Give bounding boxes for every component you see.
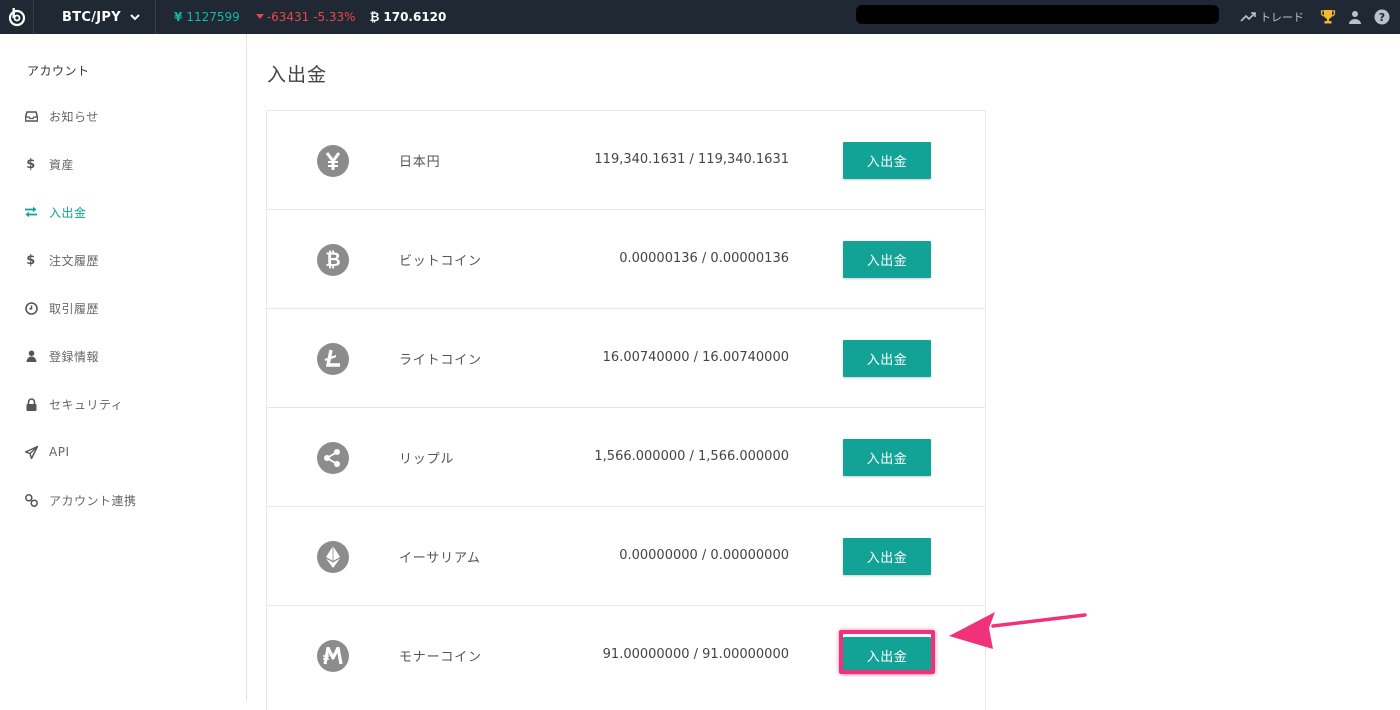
transfer-icon: [24, 205, 38, 219]
sidebar-item-label: 入出金: [49, 205, 87, 220]
annotation-arrow-icon: [949, 612, 1087, 649]
lock-icon: [24, 397, 38, 411]
inbox-icon: [24, 109, 38, 123]
currency-name: 日本円: [399, 155, 441, 170]
sidebar: アカウント お知らせ $ 資産 入出金 $ 注文履歴 取引履歴 登録情報 セキュ…: [0, 34, 247, 701]
balance-row-ltc: ライトコイン 16.00740000 / 16.00740000 入出金: [267, 309, 985, 408]
user-icon: [24, 349, 38, 363]
user-icon[interactable]: [1348, 10, 1362, 24]
sidebar-item-security[interactable]: セキュリティ: [24, 394, 123, 414]
chevron-down-icon: [130, 13, 140, 21]
price-change-value: -63431 -5.33%: [266, 10, 356, 24]
sidebar-item-api[interactable]: API: [24, 442, 69, 462]
btc-value: 170.6120: [383, 10, 447, 24]
sidebar-item-label: お知らせ: [49, 109, 99, 124]
highlight-box: [839, 630, 935, 674]
balance-value: 16.00740000 / 16.00740000: [602, 350, 789, 365]
link-icon: [24, 493, 38, 507]
sidebar-item-label: セキュリティ: [49, 397, 124, 412]
sidebar-item-account-link[interactable]: アカウント連携: [24, 490, 137, 510]
deposit-withdraw-button[interactable]: 入出金: [843, 340, 931, 377]
deposit-withdraw-button[interactable]: 入出金: [843, 439, 931, 476]
sidebar-item-trade-history[interactable]: 取引履歴: [24, 298, 99, 318]
caret-down-icon: [255, 14, 264, 19]
currency-name: イーサリアム: [399, 551, 481, 566]
balance-row-xrp: リップル 1,566.000000 / 1,566.000000 入出金: [267, 408, 985, 507]
sidebar-item-assets[interactable]: $ 資産: [24, 154, 74, 174]
clock-icon: [24, 301, 38, 315]
trending-up-icon: [1240, 12, 1256, 22]
price-change: -63431 -5.33%: [255, 10, 356, 24]
btc-value-display: ₿ 170.6120: [370, 10, 447, 24]
sidebar-item-notifications[interactable]: お知らせ: [24, 106, 99, 126]
balance-value: 1,566.000000 / 1,566.000000: [594, 449, 789, 464]
balance-row-jpy: 日本円 119,340.1631 / 119,340.1631 入出金: [267, 111, 985, 210]
sidebar-item-label: 資産: [49, 157, 75, 172]
svg-text:?: ?: [1379, 11, 1385, 24]
bitcoin-icon: ₿: [317, 244, 349, 276]
balance-row-eth: イーサリアム 0.00000000 / 0.00000000 入出金: [267, 507, 985, 606]
trophy-icon[interactable]: [1320, 9, 1336, 25]
trade-label: トレード: [1260, 11, 1304, 24]
price-display: ¥ 1127599: [174, 10, 240, 24]
dollar-icon: $: [26, 252, 36, 268]
sidebar-item-label: 注文履歴: [49, 253, 100, 268]
sidebar-item-deposit-withdraw[interactable]: 入出金: [24, 202, 87, 222]
deposit-withdraw-button[interactable]: 入出金: [843, 241, 931, 278]
balance-value: 119,340.1631 / 119,340.1631: [594, 152, 789, 167]
sidebar-item-label: アカウント連携: [49, 493, 137, 508]
balance-value: 0.00000000 / 0.00000000: [619, 548, 789, 563]
top-right-menu: トレード ?: [1240, 0, 1400, 34]
pair-selector[interactable]: BTC/JPY: [34, 0, 156, 34]
sidebar-item-label: API: [49, 445, 70, 459]
balance-value: 91.00000000 / 91.00000000: [602, 647, 789, 662]
balance-row-btc: ₿ ビットコイン 0.00000136 / 0.00000136 入出金: [267, 210, 985, 309]
page-title: 入出金: [267, 64, 328, 86]
bitcoin-icon: ₿: [369, 10, 380, 24]
currency-name: ライトコイン: [399, 353, 482, 368]
currency-name: モナーコイン: [399, 650, 482, 665]
currency-name: ビットコイン: [399, 254, 482, 269]
dollar-icon: $: [26, 156, 36, 172]
yen-icon: [317, 145, 349, 177]
yen-icon: ¥: [174, 10, 183, 24]
ethereum-icon: [317, 541, 349, 573]
help-icon[interactable]: ?: [1374, 9, 1390, 25]
balance-value: 0.00000136 / 0.00000136: [619, 251, 789, 266]
price-value: 1127599: [186, 10, 240, 24]
currency-name: リップル: [399, 452, 455, 467]
sidebar-item-profile[interactable]: 登録情報: [24, 346, 99, 366]
ticker: ¥ 1127599 -63431 -5.33% ₿ 170.6120: [174, 10, 446, 24]
ripple-icon: [317, 442, 349, 474]
sidebar-title: アカウント: [27, 64, 90, 78]
monacoin-icon: [317, 640, 349, 672]
logo-icon: [8, 8, 25, 27]
deposit-withdraw-button[interactable]: 入出金: [843, 538, 931, 575]
redacted-field: [856, 5, 1219, 24]
trade-link[interactable]: トレード: [1240, 9, 1304, 25]
sidebar-item-label: 登録情報: [49, 349, 100, 364]
logo[interactable]: [0, 0, 34, 34]
sidebar-item-label: 取引履歴: [49, 301, 100, 316]
paper-plane-icon: [24, 445, 38, 459]
deposit-withdraw-button[interactable]: 入出金: [843, 142, 931, 179]
top-bar: BTC/JPY ¥ 1127599 -63431 -5.33% ₿ 170.61…: [0, 0, 1400, 34]
sidebar-item-order-history[interactable]: $ 注文履歴: [24, 250, 99, 270]
litecoin-icon: [317, 343, 349, 375]
balances-panel: 日本円 119,340.1631 / 119,340.1631 入出金 ₿ ビッ…: [266, 110, 986, 710]
pair-label: BTC/JPY: [62, 9, 121, 25]
